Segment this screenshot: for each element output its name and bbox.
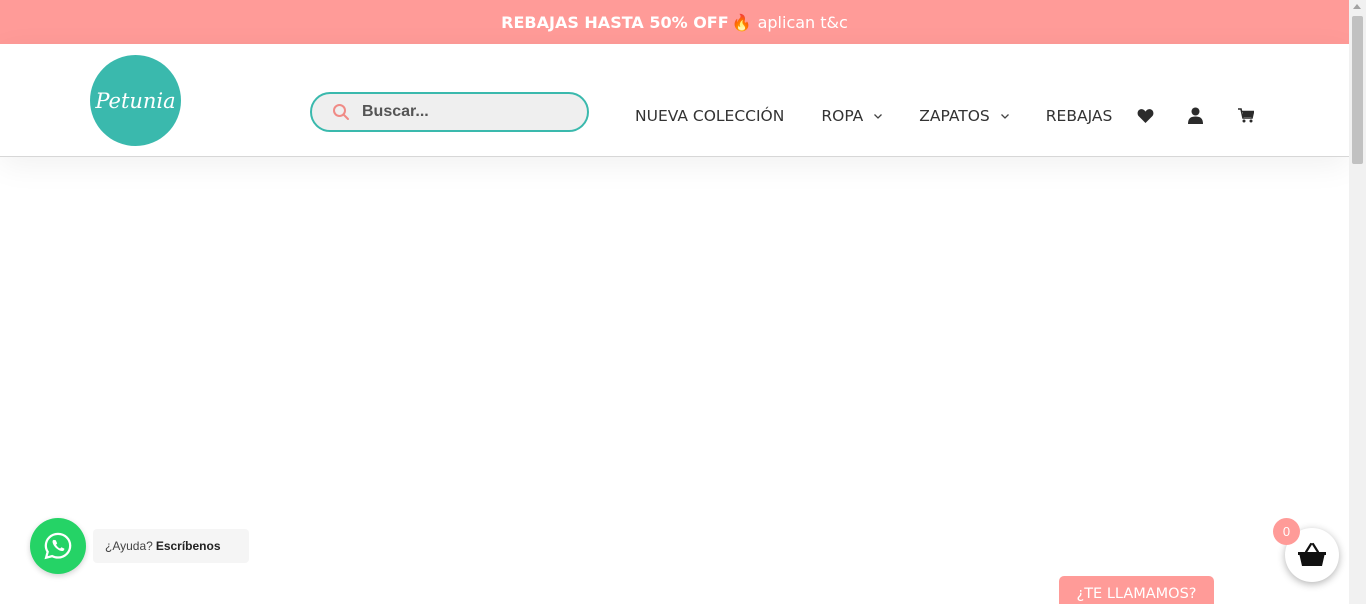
cart-count-badge: 0 xyxy=(1273,518,1300,545)
call-me-label: ¿TE LLAMAMOS? xyxy=(1076,586,1197,602)
whatsapp-icon xyxy=(44,532,72,560)
user-icon[interactable] xyxy=(1186,106,1204,124)
whatsapp-button[interactable] xyxy=(30,518,86,574)
page-scrollbar[interactable] xyxy=(1349,0,1366,604)
basket-icon xyxy=(1298,542,1326,566)
nav-item-ropa[interactable]: ROPA xyxy=(821,104,883,128)
logo[interactable]: Petunia xyxy=(90,55,181,146)
scrollbar-thumb[interactable] xyxy=(1352,16,1363,164)
search-icon[interactable] xyxy=(332,103,350,121)
nav-label: REBAJAS xyxy=(1045,107,1113,125)
scroll-up-icon[interactable] xyxy=(1353,4,1361,9)
whatsapp-action: Escríbenos xyxy=(155,539,221,553)
nav-label: ROPA xyxy=(821,107,864,125)
cart-icon[interactable] xyxy=(1237,106,1255,124)
whatsapp-help-bubble[interactable]: ¿Ayuda? Escríbenos xyxy=(93,529,249,563)
nav-label: NUEVA COLECCIÓN xyxy=(635,107,785,125)
nav-label: ZAPATOS xyxy=(919,107,990,125)
page: REBAJAS HASTA 50% OFF 🔥 aplican t&c Petu… xyxy=(0,0,1366,604)
nav-item-zapatos[interactable]: ZAPATOS xyxy=(919,104,1009,128)
announcement-bold: REBAJAS HASTA 50% OFF xyxy=(501,12,729,32)
fire-icon: 🔥 xyxy=(731,12,752,32)
announcement-text: aplican t&c xyxy=(757,12,848,32)
chevron-down-icon xyxy=(1000,111,1010,121)
announcement-bar[interactable]: REBAJAS HASTA 50% OFF 🔥 aplican t&c xyxy=(0,0,1349,44)
search-input[interactable] xyxy=(362,103,562,121)
site-header: Petunia NUEVA COLECCIÓN ROPA ZAPATOS xyxy=(0,44,1349,157)
logo-text: Petunia xyxy=(95,88,176,113)
search-box[interactable] xyxy=(310,92,589,132)
chevron-down-icon xyxy=(873,111,883,121)
heart-icon[interactable] xyxy=(1136,106,1154,124)
nav-item-nueva-coleccion[interactable]: NUEVA COLECCIÓN xyxy=(635,104,784,128)
nav-item-rebajas[interactable]: REBAJAS xyxy=(1046,104,1113,128)
whatsapp-prefix: ¿Ayuda? xyxy=(105,539,153,553)
call-me-button[interactable]: ¿TE LLAMAMOS? xyxy=(1059,576,1214,604)
main-nav: NUEVA COLECCIÓN ROPA ZAPATOS REBAJAS xyxy=(635,104,1112,128)
